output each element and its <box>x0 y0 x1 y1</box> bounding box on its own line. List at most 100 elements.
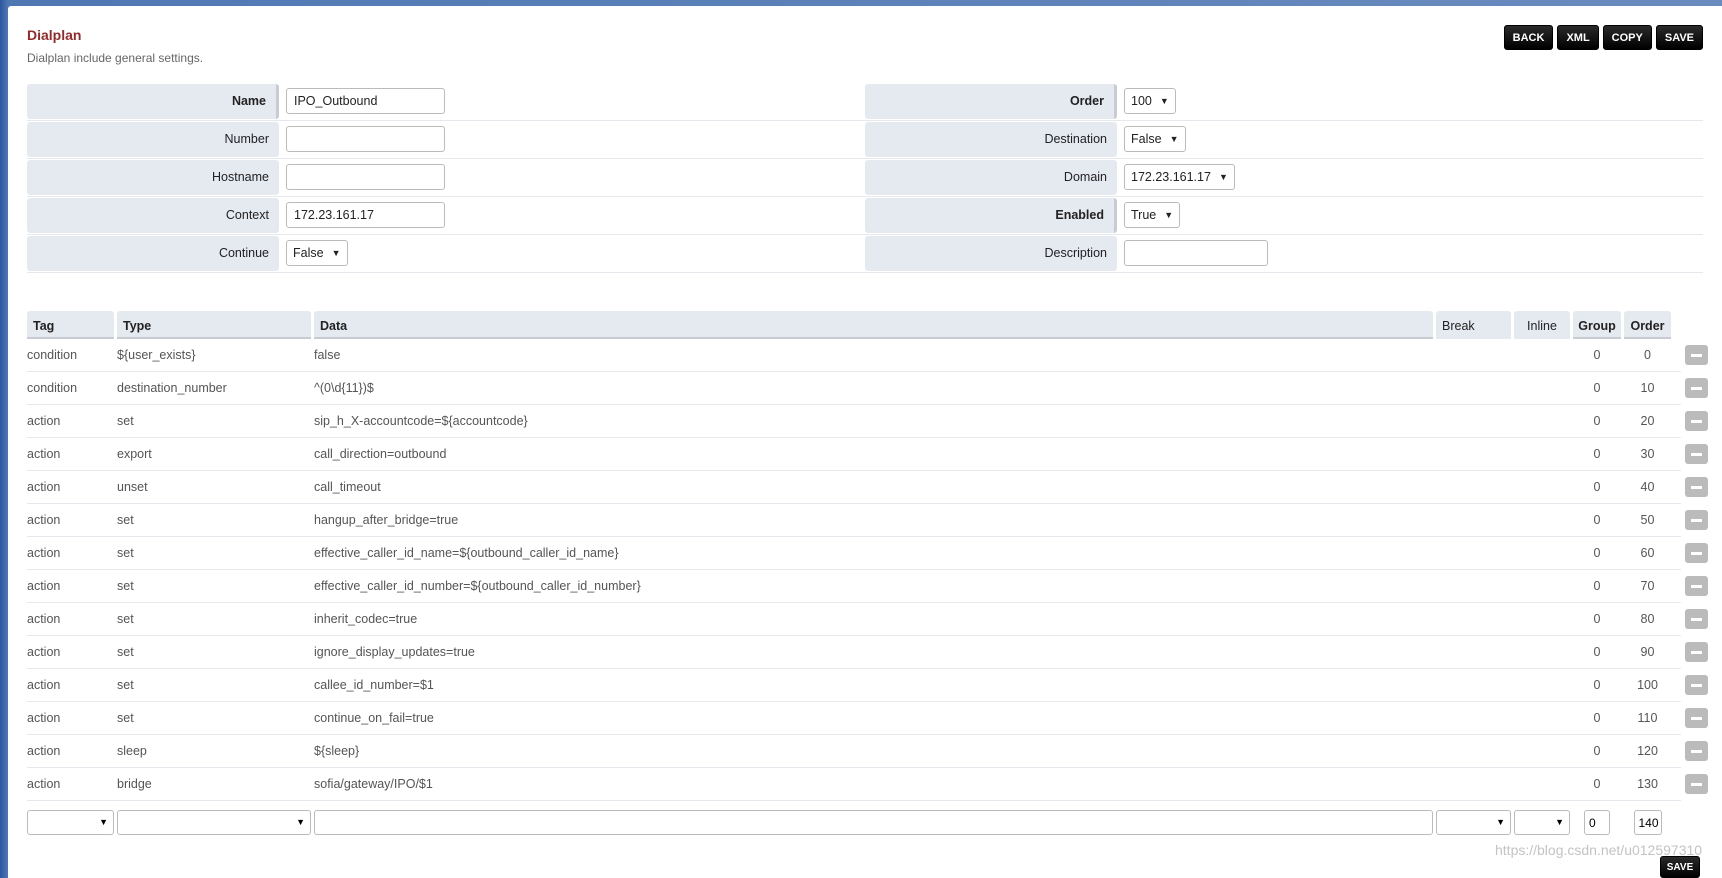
cell-type: set <box>117 579 134 593</box>
save-button-bottom[interactable]: SAVE <box>1660 856 1700 878</box>
delete-row-button[interactable] <box>1685 642 1708 662</box>
cell-tag: action <box>27 612 61 626</box>
context-input[interactable]: 172.23.161.17 <box>286 202 445 228</box>
cell-data: hangup_after_bridge=true <box>314 513 459 527</box>
table-row: action set ignore_display_updates=true 0 90 <box>27 636 1708 669</box>
cell-tag: action <box>27 579 61 593</box>
enabled-select-value: True <box>1131 208 1157 222</box>
delete-row-button[interactable] <box>1685 477 1708 497</box>
cell-type: set <box>117 711 134 725</box>
delete-row-button[interactable] <box>1685 444 1708 464</box>
hostname-input[interactable] <box>286 164 445 190</box>
field-label-domain: Domain <box>865 160 1117 195</box>
form-row: Context 172.23.161.17 Enabled True ▼ <box>27 197 1703 235</box>
cell-order: 110 <box>1637 711 1658 725</box>
cell-type: unset <box>117 480 148 494</box>
delete-row-button[interactable] <box>1685 576 1708 596</box>
cell-tag: action <box>27 546 61 560</box>
cell-order: 40 <box>1640 480 1655 494</box>
domain-select-value: 172.23.161.17 <box>1131 170 1211 184</box>
destination-select-value: False <box>1131 132 1162 146</box>
field-value-cell: 100 ▼ <box>1117 83 1703 120</box>
field-label-context: Context <box>27 198 279 233</box>
tag-select[interactable] <box>27 809 114 835</box>
group-input[interactable]: 0 <box>1584 809 1610 835</box>
name-input[interactable]: IPO_Outbound <box>286 88 445 114</box>
column-header-group[interactable]: Group <box>1573 311 1621 339</box>
table-row: action set effective_caller_id_number=${ou… <box>27 570 1708 603</box>
column-header-type[interactable]: Type <box>117 311 311 339</box>
delete-row-button[interactable] <box>1685 708 1708 728</box>
delete-row-button[interactable] <box>1685 609 1708 629</box>
cell-data: effective_caller_id_name=${outbound_call… <box>314 546 619 560</box>
delete-row-button[interactable] <box>1685 543 1708 563</box>
column-header-data[interactable]: Data <box>314 311 1433 339</box>
cell-data: effective_caller_id_number=${outbound_ca… <box>314 579 641 593</box>
cell-tag: condition <box>27 381 78 395</box>
description-input[interactable] <box>1124 240 1268 266</box>
cell-type: set <box>117 612 134 626</box>
copy-button[interactable]: COPY <box>1602 25 1652 50</box>
field-value-cell: IPO_Outbound <box>279 83 865 120</box>
back-button[interactable]: BACK <box>1503 25 1554 50</box>
order-input[interactable]: 140 <box>1633 809 1662 835</box>
cell-data: continue_on_fail=true <box>314 711 434 725</box>
cell-group: 0 <box>1593 612 1601 626</box>
table-row: action set continue_on_fail=true 0 110 <box>27 702 1708 735</box>
new-row: 0 140 <box>27 805 1681 839</box>
column-header-tag[interactable]: Tag <box>27 311 114 339</box>
cell-data: ignore_display_updates=true <box>314 645 475 659</box>
enabled-select[interactable]: True ▼ <box>1124 202 1181 228</box>
break-select[interactable] <box>1436 809 1511 835</box>
cell-type: set <box>117 546 134 560</box>
column-header-order[interactable]: Order <box>1624 311 1671 339</box>
table-row: action set hangup_after_bridge=true 0 50 <box>27 504 1708 537</box>
field-value-cell: 172.23.161.17 <box>279 197 865 234</box>
page-title: Dialplan <box>27 27 82 43</box>
field-label-name: Name <box>27 84 279 119</box>
cell-tag: action <box>27 414 61 428</box>
cell-order: 90 <box>1640 645 1655 659</box>
cell-data: ${sleep} <box>314 744 360 758</box>
column-header-inline[interactable]: Inline <box>1514 311 1570 339</box>
inline-select[interactable] <box>1514 809 1570 835</box>
xml-button[interactable]: XML <box>1557 25 1599 50</box>
number-input[interactable] <box>286 126 445 152</box>
delete-row-button[interactable] <box>1685 741 1708 761</box>
dialplan-details-table: Tag Type Data Break Inline Group Order conditio… <box>27 311 1708 839</box>
cell-data: call_timeout <box>314 480 381 494</box>
cell-type: ${user_exists} <box>117 348 196 362</box>
cell-type: export <box>117 447 152 461</box>
domain-select[interactable]: 172.23.161.17 ▼ <box>1124 164 1235 190</box>
cell-data: ^(0\d{11})$ <box>314 381 374 395</box>
delete-row-button[interactable] <box>1685 378 1708 398</box>
delete-row-button[interactable] <box>1685 411 1708 431</box>
cell-group: 0 <box>1593 381 1601 395</box>
cell-group: 0 <box>1593 414 1601 428</box>
form-row: Name IPO_Outbound Order 100 ▼ <box>27 83 1703 121</box>
delete-row-button[interactable] <box>1685 774 1708 794</box>
order-select[interactable]: 100 ▼ <box>1124 88 1176 114</box>
data-input[interactable] <box>314 809 1433 835</box>
delete-row-button[interactable] <box>1685 510 1708 530</box>
save-button[interactable]: SAVE <box>1655 25 1703 50</box>
cell-tag: action <box>27 678 61 692</box>
delete-row-button[interactable] <box>1685 675 1708 695</box>
cell-order: 20 <box>1640 414 1655 428</box>
cell-data: false <box>314 348 341 362</box>
cell-group: 0 <box>1593 744 1601 758</box>
column-header-break[interactable]: Break <box>1436 311 1511 339</box>
destination-select[interactable]: False ▼ <box>1124 126 1186 152</box>
table-row: action set sip_h_X-accountcode=${accountco… <box>27 405 1708 438</box>
continue-select[interactable]: False ▼ <box>286 240 348 266</box>
type-select[interactable] <box>117 809 311 835</box>
table-row: action set effective_caller_id_name=${outb… <box>27 537 1708 570</box>
cell-group: 0 <box>1593 579 1601 593</box>
cell-group: 0 <box>1593 348 1601 362</box>
table-row: action export call_direction=outbound 0 30 <box>27 438 1708 471</box>
cell-group: 0 <box>1593 546 1601 560</box>
field-label-order: Order <box>865 84 1117 119</box>
cell-group: 0 <box>1593 447 1601 461</box>
field-value-cell <box>279 159 865 196</box>
delete-row-button[interactable] <box>1685 345 1708 365</box>
